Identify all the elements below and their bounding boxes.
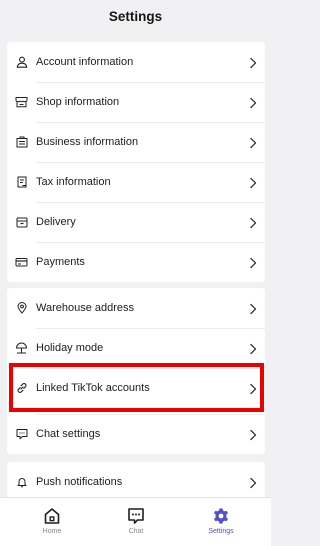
bell-icon	[15, 475, 28, 488]
settings-item-chat-settings[interactable]: Chat settings	[7, 414, 265, 454]
settings-item-label: Account information	[36, 56, 134, 68]
header: Settings	[0, 0, 271, 36]
settings-group-general: Account information Shop information Bus…	[7, 42, 265, 282]
location-pin-icon	[15, 301, 28, 314]
chevron-right-icon	[249, 136, 257, 149]
settings-item-push-notifications[interactable]: Push notifications	[7, 462, 265, 497]
settings-group-notifications: Push notifications	[7, 462, 265, 497]
tab-chat[interactable]: Chat	[91, 498, 181, 546]
chevron-right-icon	[249, 56, 257, 69]
settings-item-holiday-mode[interactable]: Holiday mode	[7, 328, 265, 368]
shop-icon	[15, 95, 28, 108]
settings-gear-icon	[211, 507, 231, 525]
chevron-right-icon	[249, 176, 257, 189]
settings-item-label: Shop information	[36, 96, 120, 108]
settings-item-business-information[interactable]: Business information	[7, 122, 265, 162]
delivery-box-icon	[15, 215, 28, 228]
settings-item-label: Business information	[36, 136, 139, 148]
chat-bubble-icon	[15, 427, 28, 440]
home-icon	[42, 507, 62, 525]
tax-document-icon	[15, 175, 28, 188]
chat-icon	[126, 507, 146, 525]
chevron-right-icon	[249, 256, 257, 269]
tab-label: Home	[42, 528, 62, 535]
chevron-right-icon	[249, 96, 257, 109]
settings-item-label: Payments	[36, 256, 85, 268]
tab-home[interactable]: Home	[7, 498, 97, 546]
card-icon	[15, 255, 28, 268]
briefcase-icon	[15, 135, 28, 148]
settings-item-tax-information[interactable]: Tax information	[7, 162, 265, 202]
settings-item-label: Delivery	[36, 216, 76, 228]
bottom-tab-bar: Home Chat Settings	[0, 497, 271, 546]
settings-item-label: Tax information	[36, 176, 111, 188]
settings-item-label: Chat settings	[36, 428, 101, 440]
settings-item-warehouse-address[interactable]: Warehouse address	[7, 288, 265, 328]
user-icon	[15, 55, 28, 68]
settings-item-payments[interactable]: Payments	[7, 242, 265, 282]
settings-item-label: Warehouse address	[36, 302, 135, 314]
tab-label: Chat	[128, 528, 144, 535]
chevron-right-icon	[249, 216, 257, 229]
beach-umbrella-icon	[15, 341, 28, 354]
tab-settings[interactable]: Settings	[176, 498, 266, 546]
settings-item-account-information[interactable]: Account information	[7, 42, 265, 82]
chevron-right-icon	[249, 342, 257, 355]
highlight-box	[9, 363, 264, 412]
settings-item-delivery[interactable]: Delivery	[7, 202, 265, 242]
chevron-right-icon	[249, 476, 257, 489]
settings-item-label: Holiday mode	[36, 342, 104, 354]
page-title: Settings	[108, 9, 163, 24]
settings-item-label: Push notifications	[36, 476, 123, 488]
chevron-right-icon	[249, 428, 257, 441]
settings-item-shop-information[interactable]: Shop information	[7, 82, 265, 122]
tab-label: Settings	[208, 528, 234, 535]
chevron-right-icon	[249, 302, 257, 315]
